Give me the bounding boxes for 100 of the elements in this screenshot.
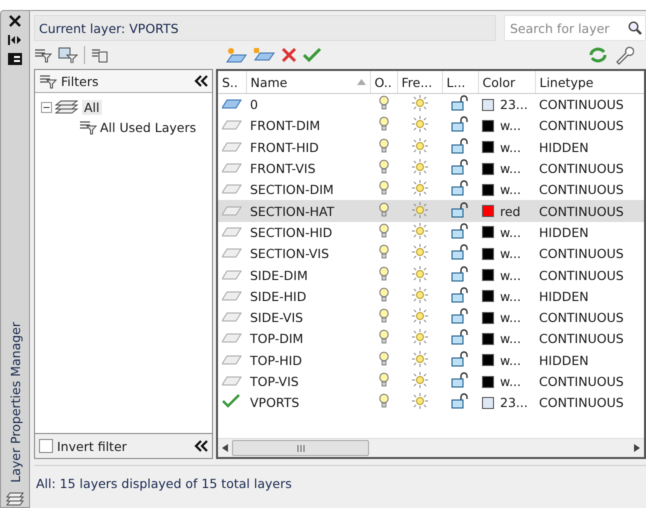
unlocked-icon[interactable] (451, 138, 469, 154)
sun-icon[interactable] (412, 308, 428, 324)
unlocked-icon[interactable] (451, 180, 469, 196)
column-header[interactable]: Linetype (535, 71, 644, 94)
column-header[interactable]: Name (246, 71, 370, 94)
color-swatch[interactable] (482, 162, 494, 175)
collapse-icon[interactable] (194, 440, 208, 452)
table-cell-text: CONTINUOUS (538, 266, 625, 285)
unlocked-icon[interactable] (451, 95, 469, 112)
bulb-icon[interactable] (378, 95, 388, 112)
sun-icon[interactable] (412, 350, 428, 367)
bulb-icon[interactable] (378, 372, 388, 388)
sun-icon[interactable] (412, 329, 428, 346)
unlocked-icon[interactable] (451, 244, 469, 260)
current-layer-label: Current layer: VPORTS (39, 20, 179, 36)
column-header[interactable]: O.. (370, 71, 397, 94)
table-cell: w... (500, 331, 521, 346)
table-cell-text: TOP-VIS (249, 373, 300, 391)
bulb-icon[interactable] (378, 308, 388, 324)
bulb-icon[interactable] (378, 393, 388, 410)
color-swatch[interactable] (482, 332, 494, 345)
color-swatch[interactable] (482, 396, 494, 409)
table-cell-text: FRONT-DIM (249, 117, 322, 136)
scroll-right-icon[interactable] (634, 444, 640, 452)
refresh-icon[interactable] (588, 46, 608, 64)
color-swatch[interactable] (482, 120, 494, 132)
color-swatch[interactable] (482, 269, 494, 282)
unlocked-icon[interactable] (451, 286, 469, 303)
bulb-icon[interactable] (378, 286, 388, 303)
new-layer-icon[interactable] (225, 47, 247, 63)
color-swatch[interactable] (482, 226, 494, 238)
unlocked-icon[interactable] (451, 202, 469, 218)
invert-filter-checkbox[interactable] (39, 439, 53, 453)
color-swatch[interactable] (482, 98, 494, 111)
unlocked-icon[interactable] (451, 222, 469, 239)
bulb-icon[interactable] (378, 244, 388, 260)
table-cell-text: CONTINUOUS (538, 117, 625, 136)
color-swatch[interactable] (482, 248, 494, 260)
collapse-icon[interactable] (194, 75, 208, 87)
unlocked-icon[interactable] (451, 308, 469, 324)
column-header[interactable]: Fre... (397, 71, 442, 94)
unlocked-icon[interactable] (451, 350, 469, 367)
search-icon[interactable] (628, 21, 642, 35)
collapse-icon[interactable] (8, 35, 22, 45)
bulb-icon[interactable] (378, 159, 388, 176)
color-swatch[interactable] (482, 354, 494, 366)
close-icon[interactable] (9, 15, 21, 27)
sun-icon[interactable] (412, 95, 428, 112)
column-header[interactable]: Color (478, 71, 535, 94)
table-cell-text: CONTINUOUS (538, 330, 625, 348)
sun-icon[interactable] (412, 266, 428, 282)
group-filter-icon[interactable] (58, 47, 78, 63)
sun-icon[interactable] (412, 393, 428, 410)
sun-icon[interactable] (412, 222, 428, 239)
panel-icon[interactable] (8, 53, 22, 65)
tree-item[interactable]: All (82, 100, 102, 114)
unlocked-icon[interactable] (451, 266, 469, 282)
unlocked-icon[interactable] (451, 116, 469, 132)
sun-icon[interactable] (412, 286, 428, 303)
column-header[interactable]: S.. (218, 71, 246, 94)
states-manager-icon[interactable] (91, 47, 109, 63)
wrench-icon[interactable] (614, 45, 634, 65)
unlocked-icon[interactable] (451, 372, 469, 388)
color-swatch[interactable] (482, 205, 494, 218)
bulb-icon[interactable] (378, 138, 388, 154)
bulb-icon[interactable] (378, 222, 388, 239)
unlocked-icon[interactable] (451, 159, 469, 176)
table-cell: red (500, 204, 520, 219)
unlocked-icon[interactable] (451, 329, 469, 346)
sun-icon[interactable] (412, 138, 428, 154)
check-icon[interactable] (303, 47, 321, 63)
sun-icon[interactable] (412, 244, 428, 260)
scroll-left-icon[interactable] (222, 444, 228, 452)
new-viewport-layer-icon[interactable] (253, 47, 275, 63)
bulb-icon[interactable] (378, 266, 388, 282)
delete-icon[interactable] (281, 47, 297, 63)
sun-icon[interactable] (412, 202, 428, 218)
table-cell: w... (500, 118, 521, 134)
color-swatch[interactable] (482, 312, 494, 324)
search-field[interactable]: Search for layer (504, 15, 646, 41)
new-filter-icon[interactable] (34, 47, 52, 63)
bulb-icon[interactable] (378, 202, 388, 218)
column-header[interactable]: L... (442, 71, 478, 94)
bulb-icon[interactable] (378, 116, 388, 132)
collapse-icon[interactable] (41, 102, 52, 112)
tree-item[interactable]: All Used Layers (100, 120, 196, 134)
unlocked-icon[interactable] (451, 393, 469, 410)
bulb-icon[interactable] (378, 180, 388, 196)
sun-icon[interactable] (412, 116, 428, 132)
color-swatch[interactable] (482, 376, 494, 388)
color-swatch[interactable] (482, 184, 494, 196)
sun-icon[interactable] (412, 372, 428, 388)
table-cell: w... (500, 140, 521, 155)
scrollbar-thumb[interactable] (232, 440, 369, 456)
sun-icon[interactable] (412, 180, 428, 196)
sun-icon[interactable] (412, 159, 428, 176)
color-swatch[interactable] (482, 141, 494, 154)
color-swatch[interactable] (482, 290, 494, 302)
bulb-icon[interactable] (378, 329, 388, 346)
bulb-icon[interactable] (378, 350, 388, 367)
